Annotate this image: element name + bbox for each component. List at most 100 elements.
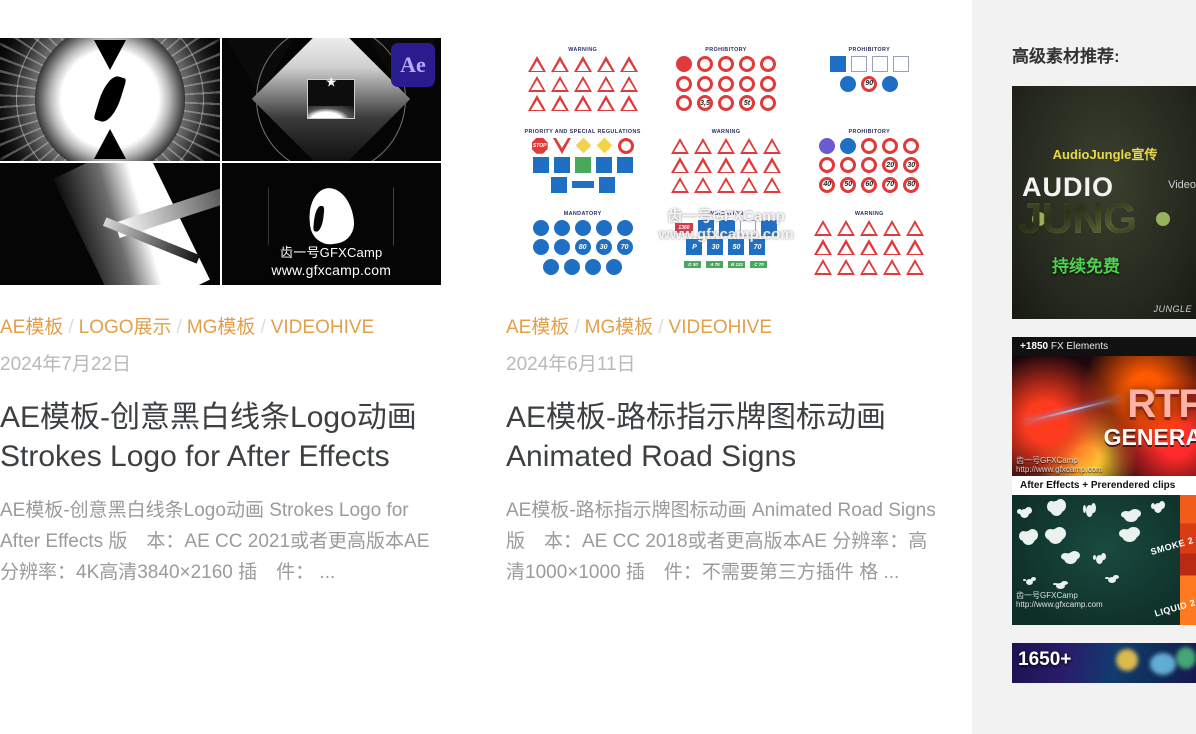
post-thumbnail-link[interactable]: WARNING PROHIBITORY 3,5 5t PROHIBITORY 20… (506, 38, 946, 285)
ad-title-main: RTF (1127, 382, 1196, 427)
sign-label: 90 (865, 80, 874, 87)
sign-row (814, 239, 925, 255)
sign-row (675, 56, 776, 72)
watermark-url: http://www.gfxcamp.com (1016, 599, 1103, 609)
notch-bottom-shape (93, 128, 126, 159)
ad-element-sheet: SMOKE 2 LIQUID 2 齿一号GFXCamp http://www.g… (1012, 495, 1196, 626)
category-separator: / (176, 317, 182, 338)
sign-row (819, 137, 920, 154)
sign-row (675, 75, 776, 92)
category-link-ae[interactable]: AE模板 (506, 317, 569, 338)
sign-row (532, 157, 633, 174)
sign-label: 30 (907, 161, 916, 169)
sign-label: 80 (578, 243, 587, 251)
sign-group: PROHIBITORY 20 30 40 50 60 70 80 (803, 127, 936, 207)
thumb-frame-4: 齿一号GFXCamp www.gfxcamp.com (221, 162, 442, 285)
post-title: AE模板-路标指示牌图标动画 Animated Road Signs (506, 398, 946, 477)
sign-group-title: WARNING (711, 128, 741, 135)
ad-hero-art: RTF GENERA 齿一号GFXCamp http://www.gfxcamp… (1012, 356, 1196, 477)
ad-brand-main: JUNG (1018, 194, 1137, 244)
sign-group: PRIORITY AND SPECIAL REGULATIONS STOP (516, 127, 649, 207)
sidebar-title: 高级素材推荐: (1012, 47, 1120, 66)
sign-label: 20 (854, 60, 863, 68)
category-link-videohive[interactable]: VIDEOHIVE (271, 317, 374, 338)
sign-label: 70 (753, 243, 762, 251)
ad-logo-mark: JUNGLE (1153, 304, 1192, 315)
sign-label: 70 (886, 181, 895, 189)
sign-group-title: PROHIBITORY (705, 47, 747, 53)
thumbnail-watermark: 齿一号GFXCamp www.gfxcamp.com (222, 245, 442, 279)
sidebar-ad-elements-pack[interactable]: 1650+ (1012, 643, 1196, 684)
sign-row (527, 75, 638, 92)
sign-group: WARNING (659, 127, 792, 207)
category-link-mg[interactable]: MG模板 (187, 317, 256, 338)
sign-group: PROHIBITORY 20 30 90 (803, 45, 936, 125)
sparkle-decoration (1175, 647, 1196, 670)
category-link-logo[interactable]: LOGO展示 (79, 317, 172, 338)
sign-label: 50 (732, 243, 741, 251)
page-root: Ae 齿一号GFXCamp www.gfxcamp.com AE模板 / LOG… (0, 0, 1196, 734)
watermark-name: 齿一号GFXCamp (280, 245, 383, 261)
sign-row: P 30 50 70 (686, 239, 766, 255)
ad-title-sub: GENERA (1103, 424, 1196, 451)
sign-label: 1360 (678, 224, 690, 231)
post-date: 2024年7月22日 (0, 353, 131, 375)
sign-label: 60 (865, 181, 874, 189)
ad-footer-bar: After Effects + Prerendered clips (1012, 476, 1196, 496)
sign-row: 90 (840, 75, 899, 92)
ad-headline: AudioJungle宣传 (1052, 147, 1158, 163)
post-categories: AE模板 / LOGO展示 / MG模板 / VIDEOHIVE (0, 317, 441, 340)
sign-group: WARNING (803, 209, 936, 279)
post-thumbnail-link[interactable]: Ae 齿一号GFXCamp www.gfxcamp.com (0, 38, 441, 285)
lightning-decoration (1024, 396, 1123, 424)
category-separator: / (658, 317, 664, 338)
sign-row: 20 30 (819, 157, 920, 174)
thumb-frame-3 (0, 162, 220, 285)
post-thumbnail-image: WARNING PROHIBITORY 3,5 5t PROHIBITORY 20… (506, 38, 946, 285)
sign-row: 20 30 (829, 56, 909, 72)
sidebar-ad-audiojungle[interactable]: AudioJungle宣传 AUDIO Video JUNG 持续免费 JUNG… (1012, 86, 1196, 320)
sign-row (814, 258, 925, 275)
sign-row (550, 176, 615, 193)
category-link-videohive[interactable]: VIDEOHIVE (669, 317, 772, 338)
sign-row: 1360 (674, 219, 777, 236)
post-thumbnail-image: Ae 齿一号GFXCamp www.gfxcamp.com (0, 38, 441, 285)
sign-group-title: PRIORITY AND SPECIAL REGULATIONS (524, 128, 641, 135)
sign-row (543, 258, 623, 275)
category-link-ae[interactable]: AE模板 (0, 317, 63, 338)
sign-group-title: WARNING (568, 47, 598, 53)
post-date: 2024年6月11日 (506, 353, 636, 375)
sign-label: 20 (886, 161, 895, 169)
watermark-name: 齿一号GFXCamp (1016, 455, 1078, 465)
sign-label: A 75 (710, 261, 720, 267)
ad-count: 1650+ (1018, 649, 1072, 671)
category-separator: / (260, 317, 266, 338)
ad-element-count: +1850 (1020, 341, 1049, 353)
sign-label: 50 (844, 181, 853, 189)
sign-row: STOP (531, 136, 634, 155)
sign-label: P (692, 243, 697, 251)
post-excerpt: AE模板-创意黑白线条Logo动画 Strokes Logo for After… (0, 499, 430, 583)
notch-top-shape (93, 40, 126, 70)
sign-row: 80 30 70 (532, 239, 633, 255)
thumb-frame-2: Ae (221, 38, 441, 161)
sign-label: C 70 (754, 261, 764, 267)
post-excerpt: AE模板-路标指示牌图标动画 Animated Road Signs 版 本：A… (506, 499, 936, 583)
ad-watermark: 齿一号GFXCamp http://www.gfxcamp.com (1016, 591, 1103, 609)
post-title-link[interactable]: AE模板-创意黑白线条Logo动画 Strokes Logo for After… (0, 401, 417, 474)
sidebar-ad-rtfx[interactable]: +1850 FX Elements RTF GENERA 齿一号GFXCamp … (1012, 337, 1196, 626)
sidebar-ad-list: AudioJungle宣传 AUDIO Video JUNG 持续免费 JUNG… (1012, 86, 1196, 684)
sign-group-title: MANDATORY (563, 210, 602, 217)
sign-group-title: PROHIBITORY (848, 128, 891, 135)
post-grid: Ae 齿一号GFXCamp www.gfxcamp.com AE模板 / LOG… (0, 0, 972, 734)
category-link-mg[interactable]: MG模板 (585, 317, 654, 338)
sign-group: PROHIBITORY 3,5 5t (659, 45, 792, 125)
sidebar: 高级素材推荐: AudioJungle宣传 AUDIO Video JUNG 持… (972, 0, 1196, 734)
sign-row: 40 50 60 70 80 (819, 176, 920, 193)
watermark-url: http://www.gfxcamp.com (1016, 464, 1103, 474)
post-card: WARNING PROHIBITORY 3,5 5t PROHIBITORY 20… (506, 38, 946, 734)
post-card: Ae 齿一号GFXCamp www.gfxcamp.com AE模板 / LOG… (0, 38, 441, 734)
sign-row (670, 176, 781, 193)
post-title-link[interactable]: AE模板-路标指示牌图标动画 Animated Road Signs (506, 401, 886, 474)
sign-row: D 30 A 75 B 121 C 70 (684, 259, 768, 268)
